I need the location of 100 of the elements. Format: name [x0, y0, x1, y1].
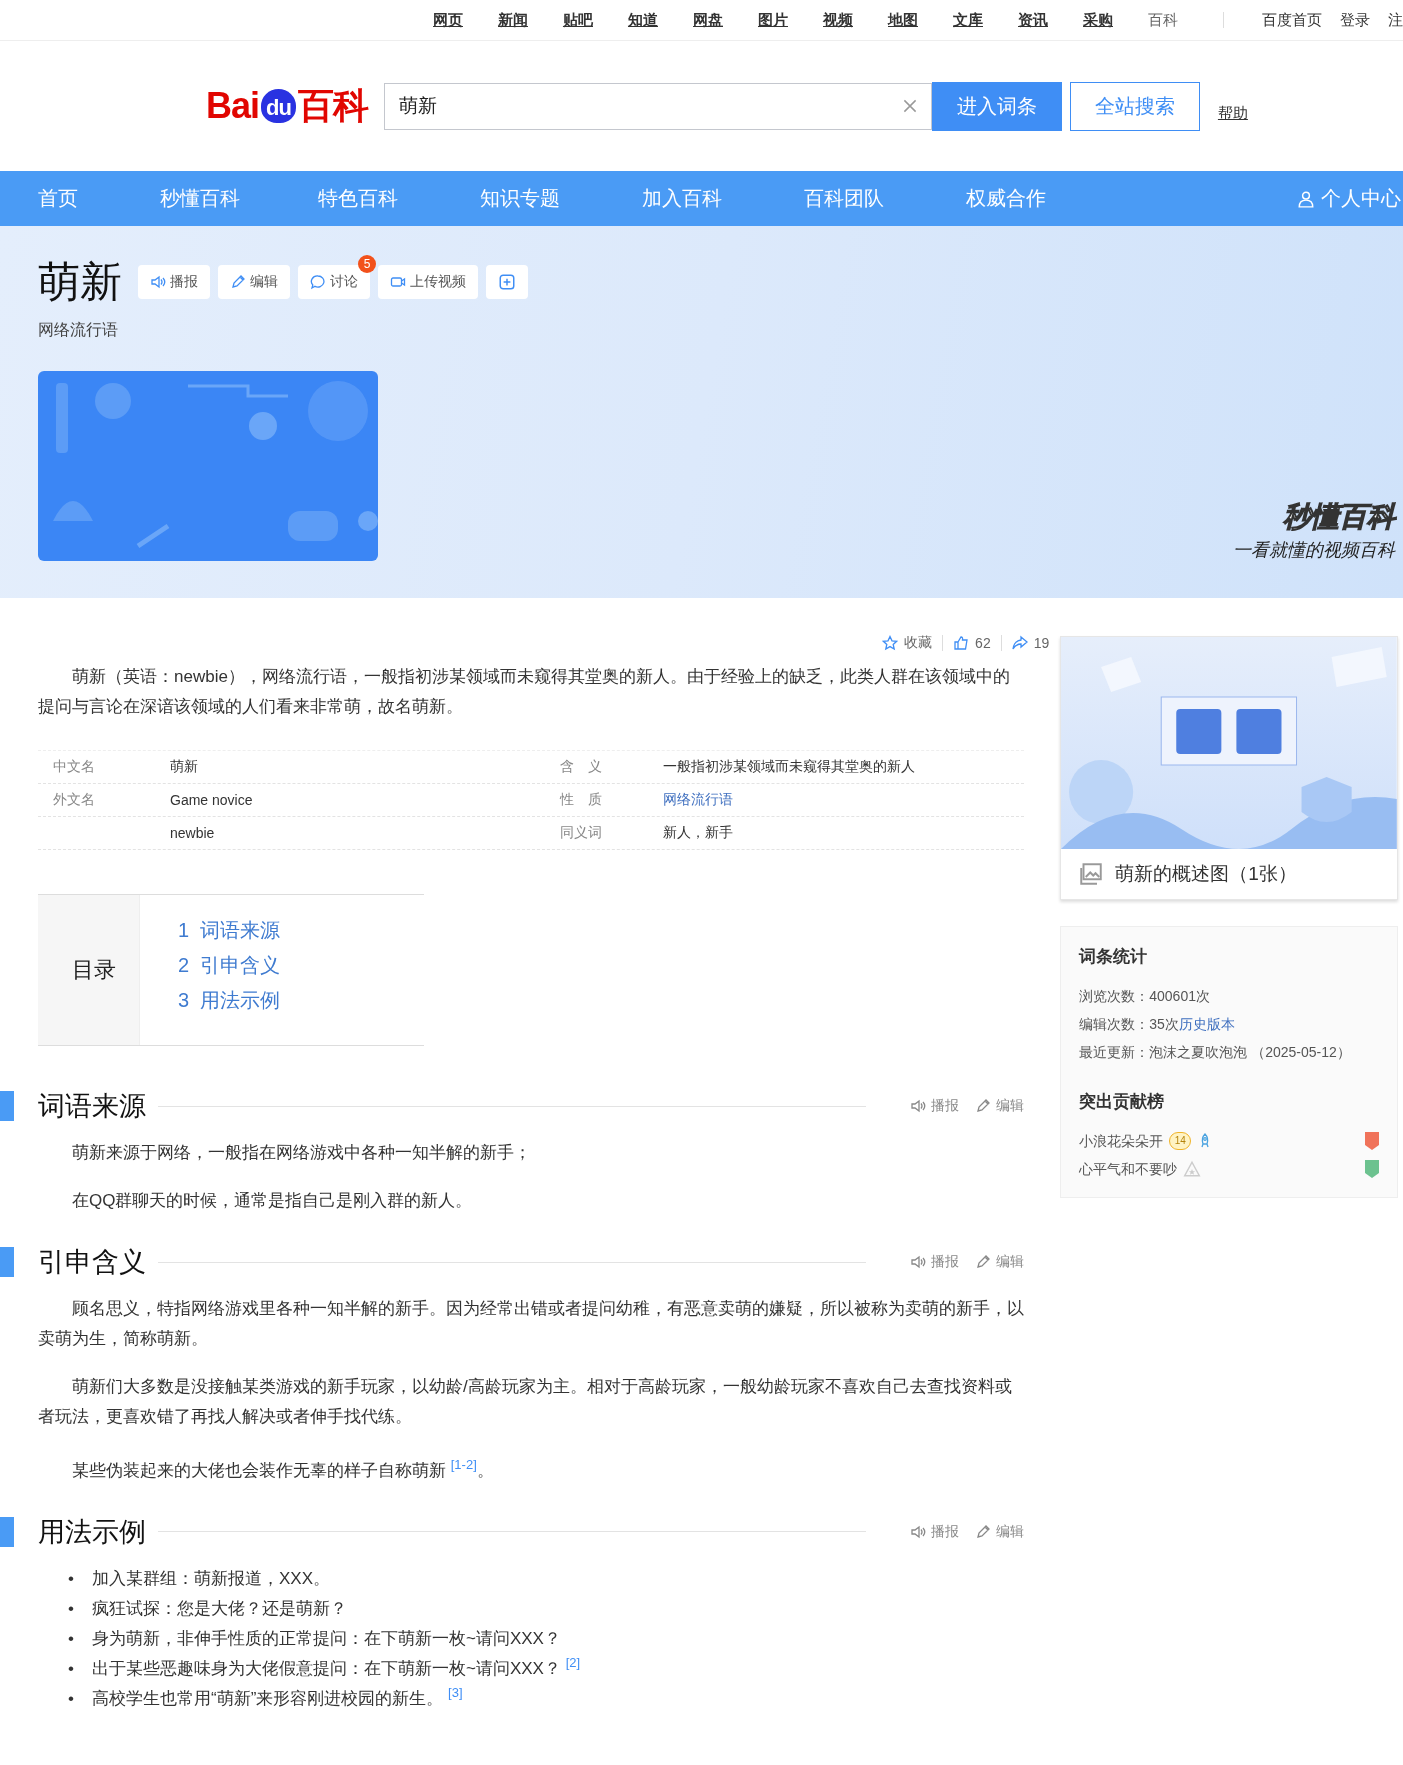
section-marker	[0, 1516, 14, 1547]
bullet: •	[68, 1597, 75, 1620]
edit-button[interactable]: 编辑	[975, 1097, 1025, 1115]
thumbs-up-icon	[953, 635, 970, 651]
edit-button[interactable]: 编辑	[975, 1253, 1025, 1271]
toc-title: 目录	[38, 895, 140, 1045]
top-nav-link[interactable]: 地图	[888, 10, 918, 30]
top-right-link[interactable]: 注	[1388, 10, 1403, 30]
info-value: Game novice	[170, 792, 254, 808]
info-link[interactable]: 网络流行语	[663, 791, 1025, 809]
speaker-icon	[910, 1098, 927, 1114]
list-item: 出于某些恶趣味身为大佬假意提问：在下萌新一枚~请问XXX？ $^{[2]}$	[92, 1654, 581, 1680]
bullet: •	[68, 1657, 75, 1680]
info-value: 萌新	[170, 758, 199, 776]
history-link[interactable]: 历史版本	[1178, 1016, 1235, 1032]
video-camera-icon	[390, 274, 406, 290]
action-button[interactable]: 播报	[138, 265, 210, 299]
pencil-icon	[230, 274, 246, 290]
chat-icon	[310, 274, 326, 290]
list-item: 高校学生也常用“萌新”来形容刚进校园的新生。 $^{[3]}$	[92, 1684, 463, 1710]
brand-logo: 秒懂百科	[1283, 500, 1395, 534]
paragraph: 某些伪装起来的大佬也会装作无辜的样子自称萌新 $^{[1-2]}$。	[71, 1456, 495, 1482]
pencil-icon	[975, 1523, 992, 1540]
top-nav-link[interactable]: 知道	[628, 10, 658, 30]
paragraph: 在QQ群聊天的时候，通常是指自己是刚入群的新人。	[71, 1190, 474, 1212]
share-icon	[1011, 635, 1028, 651]
paragraph: 萌新来源于网络，一般指在网络游戏中各种一知半解的新手；	[71, 1142, 532, 1164]
image-icon	[1079, 862, 1104, 886]
star-icon	[882, 635, 899, 651]
subtitle: 网络流行语	[38, 320, 119, 340]
collect-button[interactable]: 收藏	[882, 634, 933, 652]
info-value: 新人，新手	[663, 824, 734, 842]
speaker-icon	[910, 1523, 927, 1540]
paragraph: 萌新们大多数是没接触某类游戏的新手玩家，以幼龄/高龄玩家为主。相对于高龄玩家，一般幼龄玩家不喜欢自己去查找资料或者玩法，更喜欢错了再找人解决或者伸手找代练。	[38, 1376, 1013, 1428]
pencil-icon	[975, 1098, 992, 1114]
info-value: newbie	[170, 825, 216, 841]
top-nav-link[interactable]: 新闻	[498, 10, 528, 30]
slogan: 一看就懂的视频百科	[1233, 539, 1395, 562]
speaker-icon	[150, 274, 166, 290]
stat-line: 编辑次数：35次	[1079, 1016, 1179, 1032]
stat-line: 浏览次数：400601次	[1079, 987, 1211, 1006]
level-badge: 14	[1169, 1132, 1192, 1150]
action-button[interactable]: 编辑	[218, 265, 290, 299]
pencil-icon	[975, 1254, 992, 1270]
contributor-name[interactable]: 小浪花朵朵开	[1079, 1127, 1164, 1155]
info-label: 性 质	[558, 791, 603, 809]
listen-button[interactable]: 播报	[910, 1522, 960, 1541]
top-right-link[interactable]: 登录	[1340, 10, 1370, 30]
section-heading: 引申含义	[38, 1246, 146, 1279]
top-right-link[interactable]: 百度首页	[1262, 10, 1322, 30]
toc-link[interactable]: 2 引申含义	[178, 952, 281, 979]
bullet: •	[68, 1687, 75, 1710]
listen-button[interactable]: 播报	[910, 1097, 960, 1115]
help-link[interactable]: 帮助	[1217, 103, 1248, 123]
info-label: 含 义	[559, 758, 603, 776]
top-nav-link[interactable]: 视频	[823, 10, 853, 30]
list-item: 疯狂试探：您是大佬？还是萌新？	[92, 1597, 347, 1620]
top-nav-link[interactable]: 文库	[953, 10, 983, 30]
top-nav-link[interactable]: 资讯	[1018, 10, 1048, 30]
page-title: 萌新	[38, 257, 122, 307]
toc-link[interactable]: 3 用法示例	[178, 987, 281, 1014]
speaker-icon	[910, 1254, 927, 1270]
edit-button[interactable]: 编辑	[975, 1522, 1025, 1541]
toc-link[interactable]: 1 词语来源	[178, 917, 281, 944]
album-card[interactable]: 萌新的概述图（1张）	[1060, 636, 1398, 900]
top-nav-link[interactable]: 采购	[1083, 10, 1113, 30]
list-item: 身为萌新，非伸手性质的正常提问：在下萌新一枚~请问XXX？	[92, 1627, 561, 1650]
listen-button[interactable]: 播报	[910, 1253, 960, 1271]
top-nav-link[interactable]: 百科	[1148, 10, 1178, 30]
section-marker	[0, 1247, 14, 1277]
info-label: 同义词	[559, 824, 603, 842]
logo[interactable]: Bai du 百科	[206, 81, 368, 131]
star-icon	[1183, 1160, 1202, 1178]
section-heading: 用法示例	[38, 1515, 146, 1549]
stat-line: 最近更新：泡沫之夏吹泡泡 （2025-05-12）	[1079, 1043, 1352, 1062]
bullet: •	[68, 1627, 75, 1650]
add-button[interactable]	[486, 265, 528, 299]
user-icon	[1297, 189, 1315, 208]
album-caption: 萌新的概述图（1张）	[1115, 862, 1297, 886]
paragraph: 顾名思义，特指网络游戏里各种一知半解的新手。因为经常出错或者提问幼稚，有恶意卖萌的嫌疑，所以被称为卖萌的新手，以卖萌为生，简称萌新。	[38, 1298, 1025, 1350]
info-value: 一般指初涉某领域而未窥得其堂奥的新人	[663, 758, 916, 776]
section-marker	[0, 1091, 14, 1121]
action-button[interactable]: 上传视频	[378, 265, 478, 299]
share-button[interactable]: 19	[1011, 635, 1050, 651]
section-heading: 词语来源	[38, 1090, 146, 1123]
list-item: 加入某群组：萌新报道，XXX。	[92, 1567, 331, 1590]
like-button[interactable]: 62	[953, 635, 991, 651]
info-label: 中文名	[53, 758, 95, 774]
plus-icon	[498, 273, 516, 291]
top-nav-link[interactable]: 网页	[433, 10, 463, 30]
card-title: 词条统计	[1079, 946, 1149, 968]
info-label: 外文名	[53, 791, 95, 807]
summary-paragraph: 萌新（英语：newbie），网络流行语，一般指初涉某领域而未窥得其堂奥的新人。由于经验上的缺乏，此类人群在该领域中的提问与言论在深谙该领域的人们看来非常萌，故名萌新。	[38, 666, 1011, 718]
top-nav-link[interactable]: 图片	[758, 10, 788, 30]
count-badge: 5	[358, 255, 376, 273]
top-nav-link[interactable]: 贴吧	[563, 10, 593, 30]
top-nav-link[interactable]: 网盘	[693, 10, 723, 30]
contributor-name[interactable]: 心平气和不要吵	[1079, 1155, 1178, 1183]
bullet: •	[68, 1567, 75, 1590]
card-title: 突出贡献榜	[1079, 1091, 1166, 1113]
